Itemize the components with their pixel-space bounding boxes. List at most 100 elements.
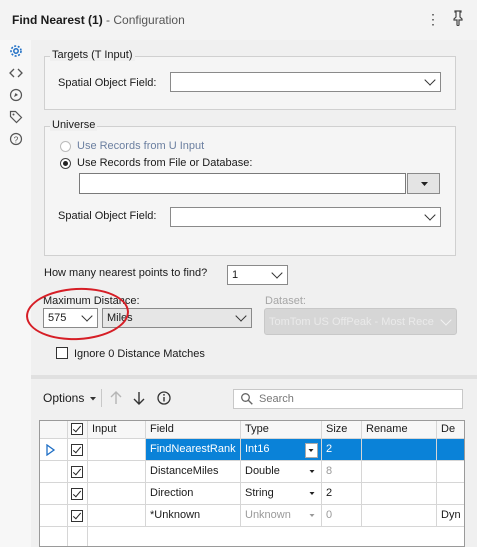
row-checkbox[interactable]: [71, 488, 83, 500]
cell-input: [88, 505, 146, 527]
code-icon[interactable]: [8, 66, 24, 82]
column-header-description[interactable]: De: [437, 421, 464, 439]
ignore-zero-distance-label: Ignore 0 Distance Matches: [74, 348, 205, 360]
column-header-rename[interactable]: Rename: [362, 421, 437, 439]
options-menu-label[interactable]: Options: [43, 391, 84, 405]
cell-rename[interactable]: [362, 461, 437, 483]
universe-spatial-label: Spatial Object Field:: [58, 210, 157, 222]
cell-field[interactable]: Direction: [146, 483, 241, 505]
search-icon: [240, 392, 254, 406]
row-checkbox[interactable]: [71, 466, 83, 478]
max-distance-label: Maximum Distance:: [43, 295, 140, 307]
cell-type[interactable]: String: [241, 483, 322, 505]
cell-input: [88, 483, 146, 505]
chevron-down-icon: [440, 314, 452, 326]
tool-name: Find Nearest (1): [12, 13, 103, 27]
window-subtitle: - Configuration: [106, 13, 185, 27]
type-dropdown-icon[interactable]: [307, 487, 318, 500]
cell-type-value: Unknown: [245, 509, 291, 521]
caret-down-icon[interactable]: [88, 391, 98, 405]
chevron-down-icon: [424, 209, 436, 221]
cell-type-value: Double: [245, 465, 280, 477]
cell-type[interactable]: Unknown: [241, 505, 322, 527]
column-header-input[interactable]: Input: [88, 421, 146, 439]
row-checkbox[interactable]: [71, 510, 83, 522]
cell-size[interactable]: 2: [322, 439, 362, 461]
cell-description[interactable]: Dyn: [437, 505, 464, 527]
cell-type-value: String: [245, 487, 274, 499]
radio-u-input-label: Use Records from U Input: [77, 140, 205, 152]
radio-file-database[interactable]: [60, 158, 71, 169]
cell-description[interactable]: [437, 461, 464, 483]
gear-icon[interactable]: [8, 44, 24, 60]
cell-type[interactable]: Int16: [241, 439, 322, 461]
type-dropdown-icon[interactable]: [307, 509, 318, 522]
cell-rename[interactable]: [362, 505, 437, 527]
nearest-count-value: 1: [232, 269, 239, 281]
max-distance-value: 575: [48, 312, 67, 324]
targets-spatial-field-dropdown[interactable]: [170, 72, 441, 92]
column-header-size[interactable]: Size: [322, 421, 362, 439]
row-pointer-cell: [40, 461, 68, 483]
cell-size[interactable]: 0: [322, 505, 362, 527]
field-table: Input Field Type Size Rename De FindNear…: [39, 420, 465, 547]
cell-field[interactable]: *Unknown: [146, 505, 241, 527]
universe-spatial-field-dropdown[interactable]: [170, 207, 441, 227]
nearest-count-dropdown[interactable]: 1: [227, 265, 288, 285]
row-pointer-cell: [40, 483, 68, 505]
cell-description[interactable]: [437, 439, 464, 461]
row-check-cell[interactable]: [68, 461, 88, 483]
cell-field[interactable]: FindNearestRank: [146, 439, 241, 461]
cell-description[interactable]: [437, 483, 464, 505]
chevron-down-icon: [81, 310, 93, 322]
dataset-value: TomTom US OffPeak - Most Rece: [269, 316, 434, 328]
cell-size[interactable]: 2: [322, 483, 362, 505]
ignore-zero-distance-checkbox[interactable]: [56, 347, 68, 359]
header-select-all[interactable]: [68, 421, 88, 439]
cell-rename[interactable]: [362, 439, 437, 461]
row-check-cell[interactable]: [68, 439, 88, 461]
universe-legend: Universe: [50, 119, 98, 131]
cell-field[interactable]: DistanceMiles: [146, 461, 241, 483]
nearest-count-label: How many nearest points to find?: [44, 267, 208, 279]
row-check-cell[interactable]: [68, 505, 88, 527]
annotation-icon[interactable]: [8, 88, 24, 104]
targets-legend: Targets (T Input): [50, 49, 135, 61]
pin-icon[interactable]: [450, 10, 466, 28]
radio-u-input[interactable]: [60, 141, 71, 152]
move-up-arrow-icon[interactable]: [109, 389, 123, 407]
info-icon[interactable]: [156, 390, 172, 406]
column-header-field[interactable]: Field: [146, 421, 241, 439]
tag-icon[interactable]: [8, 110, 24, 126]
distance-unit-dropdown[interactable]: Miles: [102, 308, 252, 328]
file-database-path-input[interactable]: [79, 173, 406, 194]
column-header-type[interactable]: Type: [241, 421, 322, 439]
cell-rename[interactable]: [362, 483, 437, 505]
select-all-checkbox[interactable]: [71, 423, 83, 435]
type-dropdown-icon[interactable]: [305, 443, 318, 458]
chevron-down-icon: [424, 74, 436, 86]
empty-row-cell: [68, 527, 88, 546]
move-down-arrow-icon[interactable]: [132, 389, 146, 407]
cell-type-value: Int16: [245, 443, 270, 455]
help-icon[interactable]: ?: [8, 132, 24, 148]
header-row-marker: [40, 421, 68, 439]
cell-size[interactable]: 8: [322, 461, 362, 483]
browse-dropdown-button[interactable]: [407, 173, 440, 194]
cell-input: [88, 461, 146, 483]
chevron-down-icon: [235, 310, 247, 322]
cell-input: [88, 439, 146, 461]
empty-row-cell: [40, 527, 68, 546]
targets-spatial-label: Spatial Object Field:: [58, 77, 157, 89]
vertical-ellipsis-icon[interactable]: ⋮: [425, 10, 441, 28]
row-checkbox[interactable]: [71, 444, 83, 456]
type-dropdown-icon[interactable]: [307, 465, 318, 478]
toolbar-separator: [101, 389, 102, 407]
dataset-dropdown[interactable]: TomTom US OffPeak - Most Rece: [264, 308, 457, 335]
dataset-label: Dataset:: [265, 295, 306, 307]
search-placeholder: Search: [259, 393, 294, 405]
max-distance-input[interactable]: 575: [43, 308, 98, 328]
cell-type[interactable]: Double: [241, 461, 322, 483]
row-check-cell[interactable]: [68, 483, 88, 505]
row-pointer-cell: [40, 439, 68, 461]
